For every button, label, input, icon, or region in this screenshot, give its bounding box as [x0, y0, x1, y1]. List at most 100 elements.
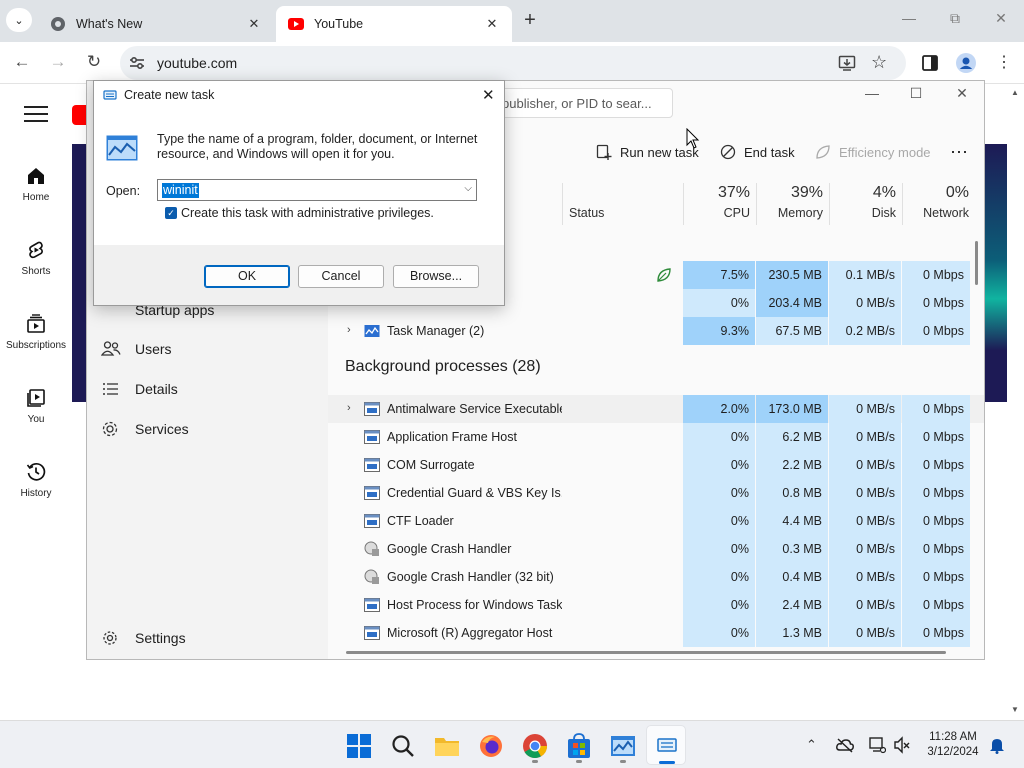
youtube-logo[interactable] — [72, 105, 86, 125]
windows-taskbar: ⌃ 11:28 AM 3/12/2024 — [0, 720, 1024, 768]
system-process-icon — [364, 626, 380, 640]
url-text: youtube.com — [157, 55, 238, 71]
file-explorer-icon[interactable] — [434, 733, 460, 759]
search-icon[interactable] — [390, 733, 416, 759]
table-row[interactable]: Google Crash Handler 0% 0.3 MB 0 MB/s 0 Mbps — [328, 535, 984, 563]
network-icon[interactable] — [868, 736, 886, 754]
new-tab-button[interactable]: + — [518, 10, 542, 32]
tab-search-button[interactable]: ⌄ — [6, 8, 32, 32]
memory-column-header[interactable]: 39% Memory — [756, 183, 829, 225]
table-row[interactable]: Microsoft (R) Aggregator Host 0% 1.3 MB 0 M… — [328, 619, 984, 647]
chrome-menu-icon[interactable]: ⋮ — [996, 52, 1012, 72]
reload-button[interactable]: ↻ — [82, 52, 106, 74]
subscriptions-icon — [27, 314, 45, 333]
table-row[interactable]: › Task Manager (2) 9.3% 67.5 MB 0.2 MB/s… — [328, 317, 984, 345]
cpu-cell: 0% — [683, 451, 755, 479]
disk-column-header[interactable]: 4% Disk — [829, 183, 902, 225]
status-column-header[interactable]: Status — [562, 183, 682, 225]
yt-sidebar-history[interactable]: History — [4, 462, 68, 499]
tm-maximize-button[interactable]: ☐ — [901, 85, 931, 102]
close-window-button[interactable]: ✕ — [986, 10, 1016, 32]
restore-button[interactable]: ⧉ — [940, 10, 970, 32]
volume-muted-icon[interactable] — [893, 736, 911, 754]
table-row[interactable]: Credential Guard & VBS Key Is... 0% 0.8 MB… — [328, 479, 984, 507]
yt-sidebar-you[interactable]: You — [4, 388, 68, 425]
disk-cell: 0.1 MB/s — [829, 261, 901, 289]
close-tab-icon[interactable]: ✕ — [484, 16, 500, 32]
address-bar[interactable]: youtube.com ☆ — [120, 46, 906, 80]
firefox-icon[interactable] — [478, 733, 504, 759]
home-icon — [28, 168, 44, 184]
notification-bell-icon[interactable] — [989, 736, 1005, 754]
memory-cell: 1.3 MB — [756, 619, 828, 647]
network-column-header[interactable]: 0% Network — [902, 183, 975, 225]
run-dialog-taskbar-button[interactable] — [646, 725, 686, 765]
taskbar-clock[interactable]: 11:28 AM 3/12/2024 — [920, 730, 986, 760]
table-row[interactable]: COM Surrogate 0% 2.2 MB 0 MB/s 0 Mbps — [328, 451, 984, 479]
nav-users[interactable]: Users — [101, 334, 172, 364]
process-name: Task Manager (2) — [387, 324, 485, 338]
expand-chevron-icon[interactable]: › — [347, 402, 351, 414]
windows-start-icon[interactable] — [346, 733, 372, 759]
table-row[interactable]: Application Frame Host 0% 6.2 MB 0 MB/s 0 Mb… — [328, 423, 984, 451]
efficiency-mode-button[interactable]: Efficiency mode — [815, 141, 931, 163]
disk-cell: 0 MB/s — [829, 619, 901, 647]
chevron-down-icon[interactable]: ⌵ — [464, 183, 472, 194]
scroll-up-arrow-icon[interactable]: ▲ — [1011, 88, 1019, 97]
process-name: Host Process for Windows Tasks — [387, 598, 562, 612]
cpu-column-header[interactable]: 37% CPU — [683, 183, 756, 225]
process-search-input[interactable]: publisher, or PID to sear... — [489, 88, 673, 118]
side-panel-icon[interactable] — [920, 53, 940, 73]
bookmark-star-icon[interactable]: ☆ — [871, 52, 887, 73]
expand-chevron-icon[interactable]: › — [347, 324, 351, 336]
yt-sidebar-subscriptions[interactable]: Subscriptions — [4, 314, 68, 351]
browse-button[interactable]: Browse... — [393, 265, 479, 288]
clock-date: 3/12/2024 — [927, 746, 979, 758]
tm-minimize-button[interactable]: — — [857, 85, 887, 101]
memory-cell: 6.2 MB — [756, 423, 828, 451]
show-hidden-icons-chevron-icon[interactable]: ⌃ — [806, 737, 817, 753]
back-button[interactable]: ← — [10, 52, 34, 74]
memory-cell: 230.5 MB — [756, 261, 828, 289]
network-cell: 0 Mbps — [902, 591, 970, 619]
nav-settings[interactable]: Settings — [101, 623, 186, 653]
run-new-task-button[interactable]: Run new task — [596, 141, 699, 163]
install-app-icon[interactable] — [838, 54, 856, 72]
forward-button[interactable]: → — [46, 52, 70, 74]
admin-privileges-checkbox[interactable]: ✓ — [165, 207, 177, 219]
yt-sidebar-home[interactable]: Home — [4, 166, 68, 203]
more-options-icon[interactable]: ⋯ — [950, 141, 968, 163]
dialog-title: Create new task — [124, 88, 215, 102]
nav-details[interactable]: Details — [101, 374, 178, 404]
column-percent: 37% — [717, 184, 750, 201]
onedrive-icon[interactable] — [836, 737, 854, 753]
nav-services[interactable]: Services — [101, 414, 189, 444]
microsoft-store-icon[interactable] — [566, 733, 592, 759]
disk-cell: 0 MB/s — [829, 479, 901, 507]
table-row[interactable]: Host Process for Windows Tasks 0% 2.4 MB 0 … — [328, 591, 984, 619]
hamburger-menu-icon[interactable] — [24, 106, 48, 122]
network-cell: 0 Mbps — [902, 507, 970, 535]
end-task-button[interactable]: End task — [720, 141, 795, 163]
scroll-down-arrow-icon[interactable]: ▼ — [1011, 705, 1019, 714]
site-info-icon[interactable] — [128, 54, 146, 72]
table-row[interactable]: CTF Loader 0% 4.4 MB 0 MB/s 0 Mbps — [328, 507, 984, 535]
minimize-button[interactable]: — — [894, 10, 924, 32]
open-command-combobox[interactable]: wininit ⌵ — [157, 179, 477, 201]
task-manager-taskbar-icon[interactable] — [610, 733, 636, 759]
vertical-scrollbar[interactable] — [975, 241, 978, 285]
tab-whats-new[interactable]: What's New ✕ — [38, 6, 274, 42]
tm-close-button[interactable]: ✕ — [947, 85, 977, 102]
yt-sidebar-shorts[interactable]: Shorts — [4, 240, 68, 277]
horizontal-scrollbar[interactable] — [346, 651, 946, 654]
table-row[interactable]: › Antimalware Service Executable 2.0% 173.0… — [328, 395, 984, 423]
close-tab-icon[interactable]: ✕ — [246, 16, 262, 32]
profile-avatar-icon[interactable] — [956, 53, 976, 73]
cancel-button[interactable]: Cancel — [298, 265, 384, 288]
tab-youtube[interactable]: YouTube ✕ — [276, 6, 512, 42]
dialog-close-icon[interactable]: ✕ — [482, 86, 495, 104]
ok-button[interactable]: OK — [204, 265, 290, 288]
table-row[interactable]: Google Crash Handler (32 bit) 0% 0.4 MB 0 M… — [328, 563, 984, 591]
memory-cell: 0.3 MB — [756, 535, 828, 563]
chrome-app-icon[interactable] — [522, 733, 548, 759]
